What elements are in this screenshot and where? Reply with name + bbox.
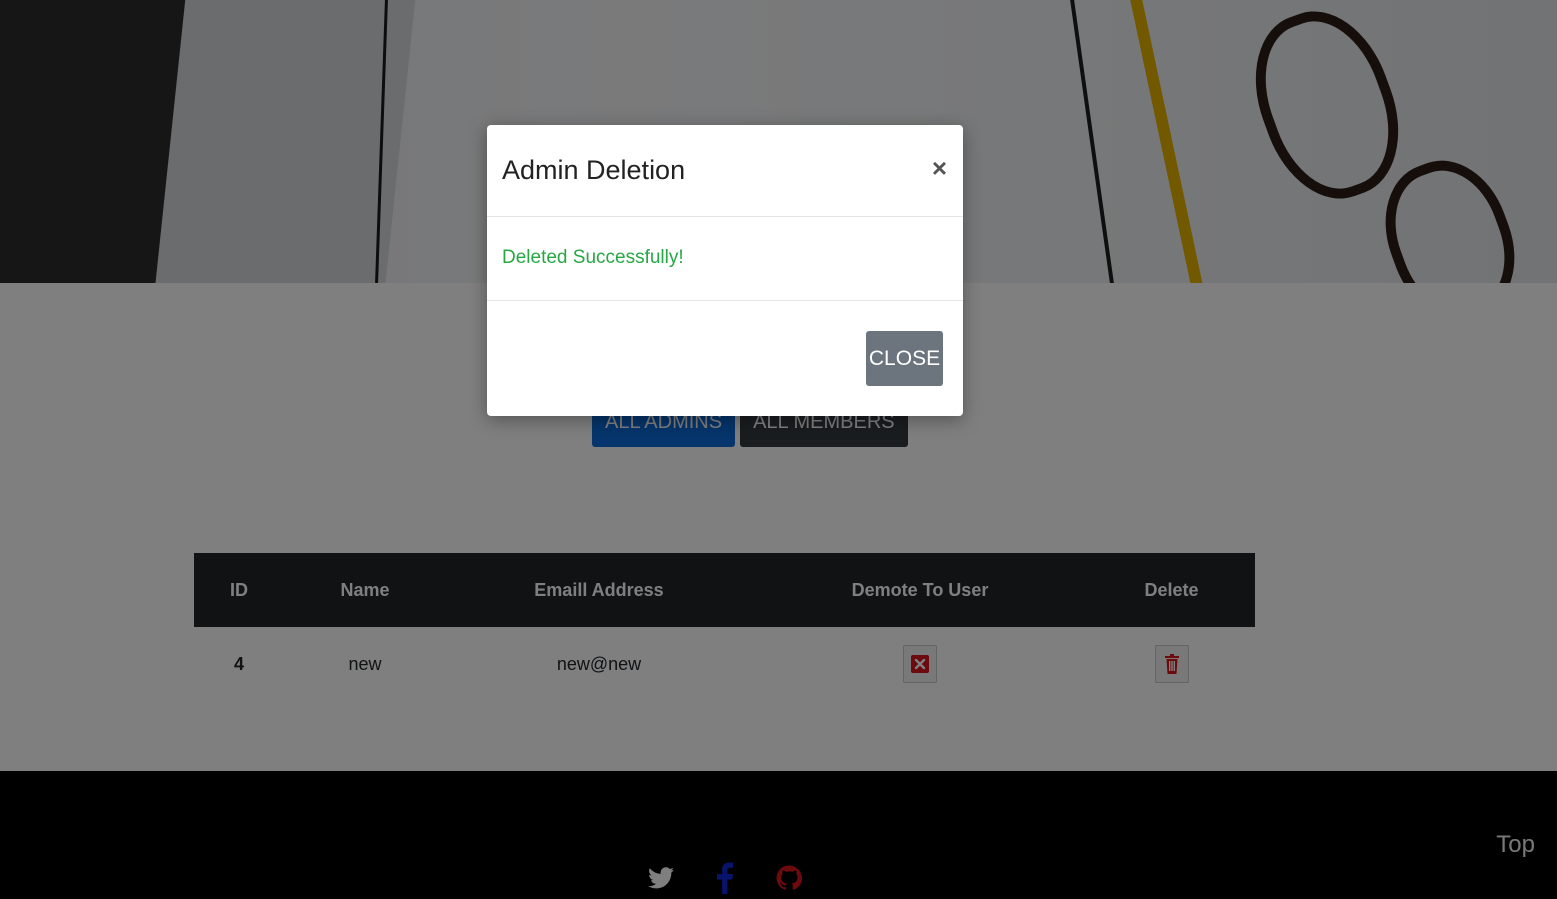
modal-title: Admin Deletion	[502, 155, 686, 185]
modal-footer: CLOSE	[487, 301, 963, 415]
close-icon[interactable]: ×	[932, 155, 947, 181]
close-button[interactable]: CLOSE	[866, 331, 943, 386]
admin-deletion-modal: Admin Deletion × Deleted Successfully! C…	[487, 125, 963, 416]
success-message: Deleted Successfully!	[502, 247, 684, 268]
modal-header: Admin Deletion ×	[487, 125, 963, 217]
modal-body: Deleted Successfully!	[487, 217, 963, 301]
